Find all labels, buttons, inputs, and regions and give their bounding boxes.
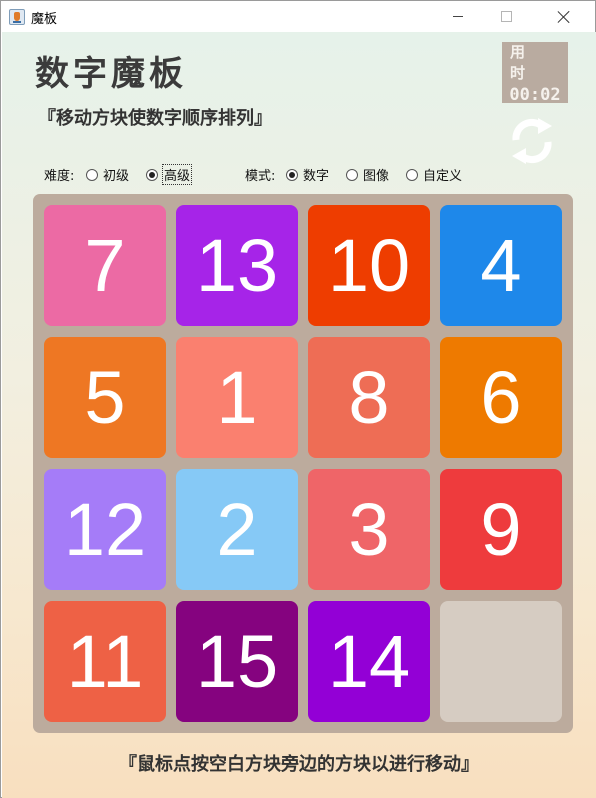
- title-bar[interactable]: 魔板: [1, 1, 595, 32]
- timer-panel: 用 时 00:02: [502, 42, 568, 105]
- puzzle-tile[interactable]: 11: [44, 601, 166, 722]
- radio-mode-custom[interactable]: 自定义: [406, 165, 462, 184]
- blank-tile[interactable]: [440, 601, 562, 722]
- puzzle-tile[interactable]: 9: [440, 469, 562, 590]
- refresh-button[interactable]: [508, 114, 556, 168]
- radio-label: 自定义: [423, 169, 463, 184]
- puzzle-board: 7 13 10 4 5 1 8 6 12 2 3 9 11 15 14: [33, 194, 573, 733]
- maximize-button[interactable]: [483, 1, 529, 32]
- puzzle-tile[interactable]: 14: [308, 601, 430, 722]
- puzzle-tile[interactable]: 6: [440, 337, 562, 458]
- difficulty-label: 难度:: [44, 165, 74, 184]
- puzzle-tile[interactable]: 10: [308, 205, 430, 326]
- refresh-icon: [512, 118, 552, 164]
- timer-label: 用 时: [510, 42, 534, 82]
- puzzle-tile[interactable]: 13: [176, 205, 298, 326]
- window-title: 魔板: [31, 12, 58, 27]
- puzzle-tile[interactable]: 1: [176, 337, 298, 458]
- radio-label: 高级: [161, 164, 193, 185]
- app-window: 魔板 数字魔板 『移动方块使数字顺序排列』 用 时 00:02 难度: 初级 高…: [0, 0, 596, 798]
- minimize-button[interactable]: [435, 1, 481, 32]
- puzzle-tile[interactable]: 15: [176, 601, 298, 722]
- puzzle-tile[interactable]: 3: [308, 469, 430, 590]
- puzzle-tile[interactable]: 12: [44, 469, 166, 590]
- page-title: 数字魔板: [35, 54, 187, 94]
- mode-label: 模式:: [245, 165, 275, 184]
- radio-circle[interactable]: [346, 168, 358, 181]
- game-panel: 数字魔板 『移动方块使数字顺序排列』 用 时 00:02 难度: 初级 高级 模…: [2, 32, 596, 798]
- java-cup-icon[interactable]: [9, 9, 25, 25]
- puzzle-tile[interactable]: 8: [308, 337, 430, 458]
- puzzle-tile[interactable]: 7: [44, 205, 166, 326]
- radio-mode-number[interactable]: 数字: [286, 165, 329, 184]
- radio-circle[interactable]: [406, 168, 418, 181]
- options-bar: 难度: 初级 高级 模式: 数字 图像 自定义: [44, 163, 504, 185]
- radio-circle[interactable]: [86, 168, 98, 181]
- timer-value: 00:02: [509, 84, 561, 105]
- radio-circle[interactable]: [146, 168, 158, 181]
- radio-mode-image[interactable]: 图像: [346, 165, 389, 184]
- maximize-icon: [500, 11, 512, 22]
- close-button[interactable]: [541, 1, 587, 32]
- radio-label: 初级: [103, 169, 130, 184]
- mode-label-text: 模式:: [245, 169, 276, 184]
- close-icon: [557, 10, 571, 24]
- puzzle-tile[interactable]: 5: [44, 337, 166, 458]
- radio-difficulty-hard[interactable]: 高级: [146, 164, 193, 185]
- minimize-icon: [453, 16, 463, 17]
- radio-label: 图像: [363, 169, 390, 184]
- difficulty-label-text: 难度:: [44, 169, 75, 184]
- instruction-hint: 『鼠标点按空白方块旁边的方块以进行移动』: [119, 754, 479, 775]
- subtitle: 『移动方块使数字顺序排列』: [38, 108, 272, 129]
- radio-circle[interactable]: [286, 168, 298, 181]
- radio-label: 数字: [303, 169, 330, 184]
- puzzle-tile[interactable]: 2: [176, 469, 298, 590]
- radio-difficulty-easy[interactable]: 初级: [86, 165, 129, 184]
- puzzle-tile[interactable]: 4: [440, 205, 562, 326]
